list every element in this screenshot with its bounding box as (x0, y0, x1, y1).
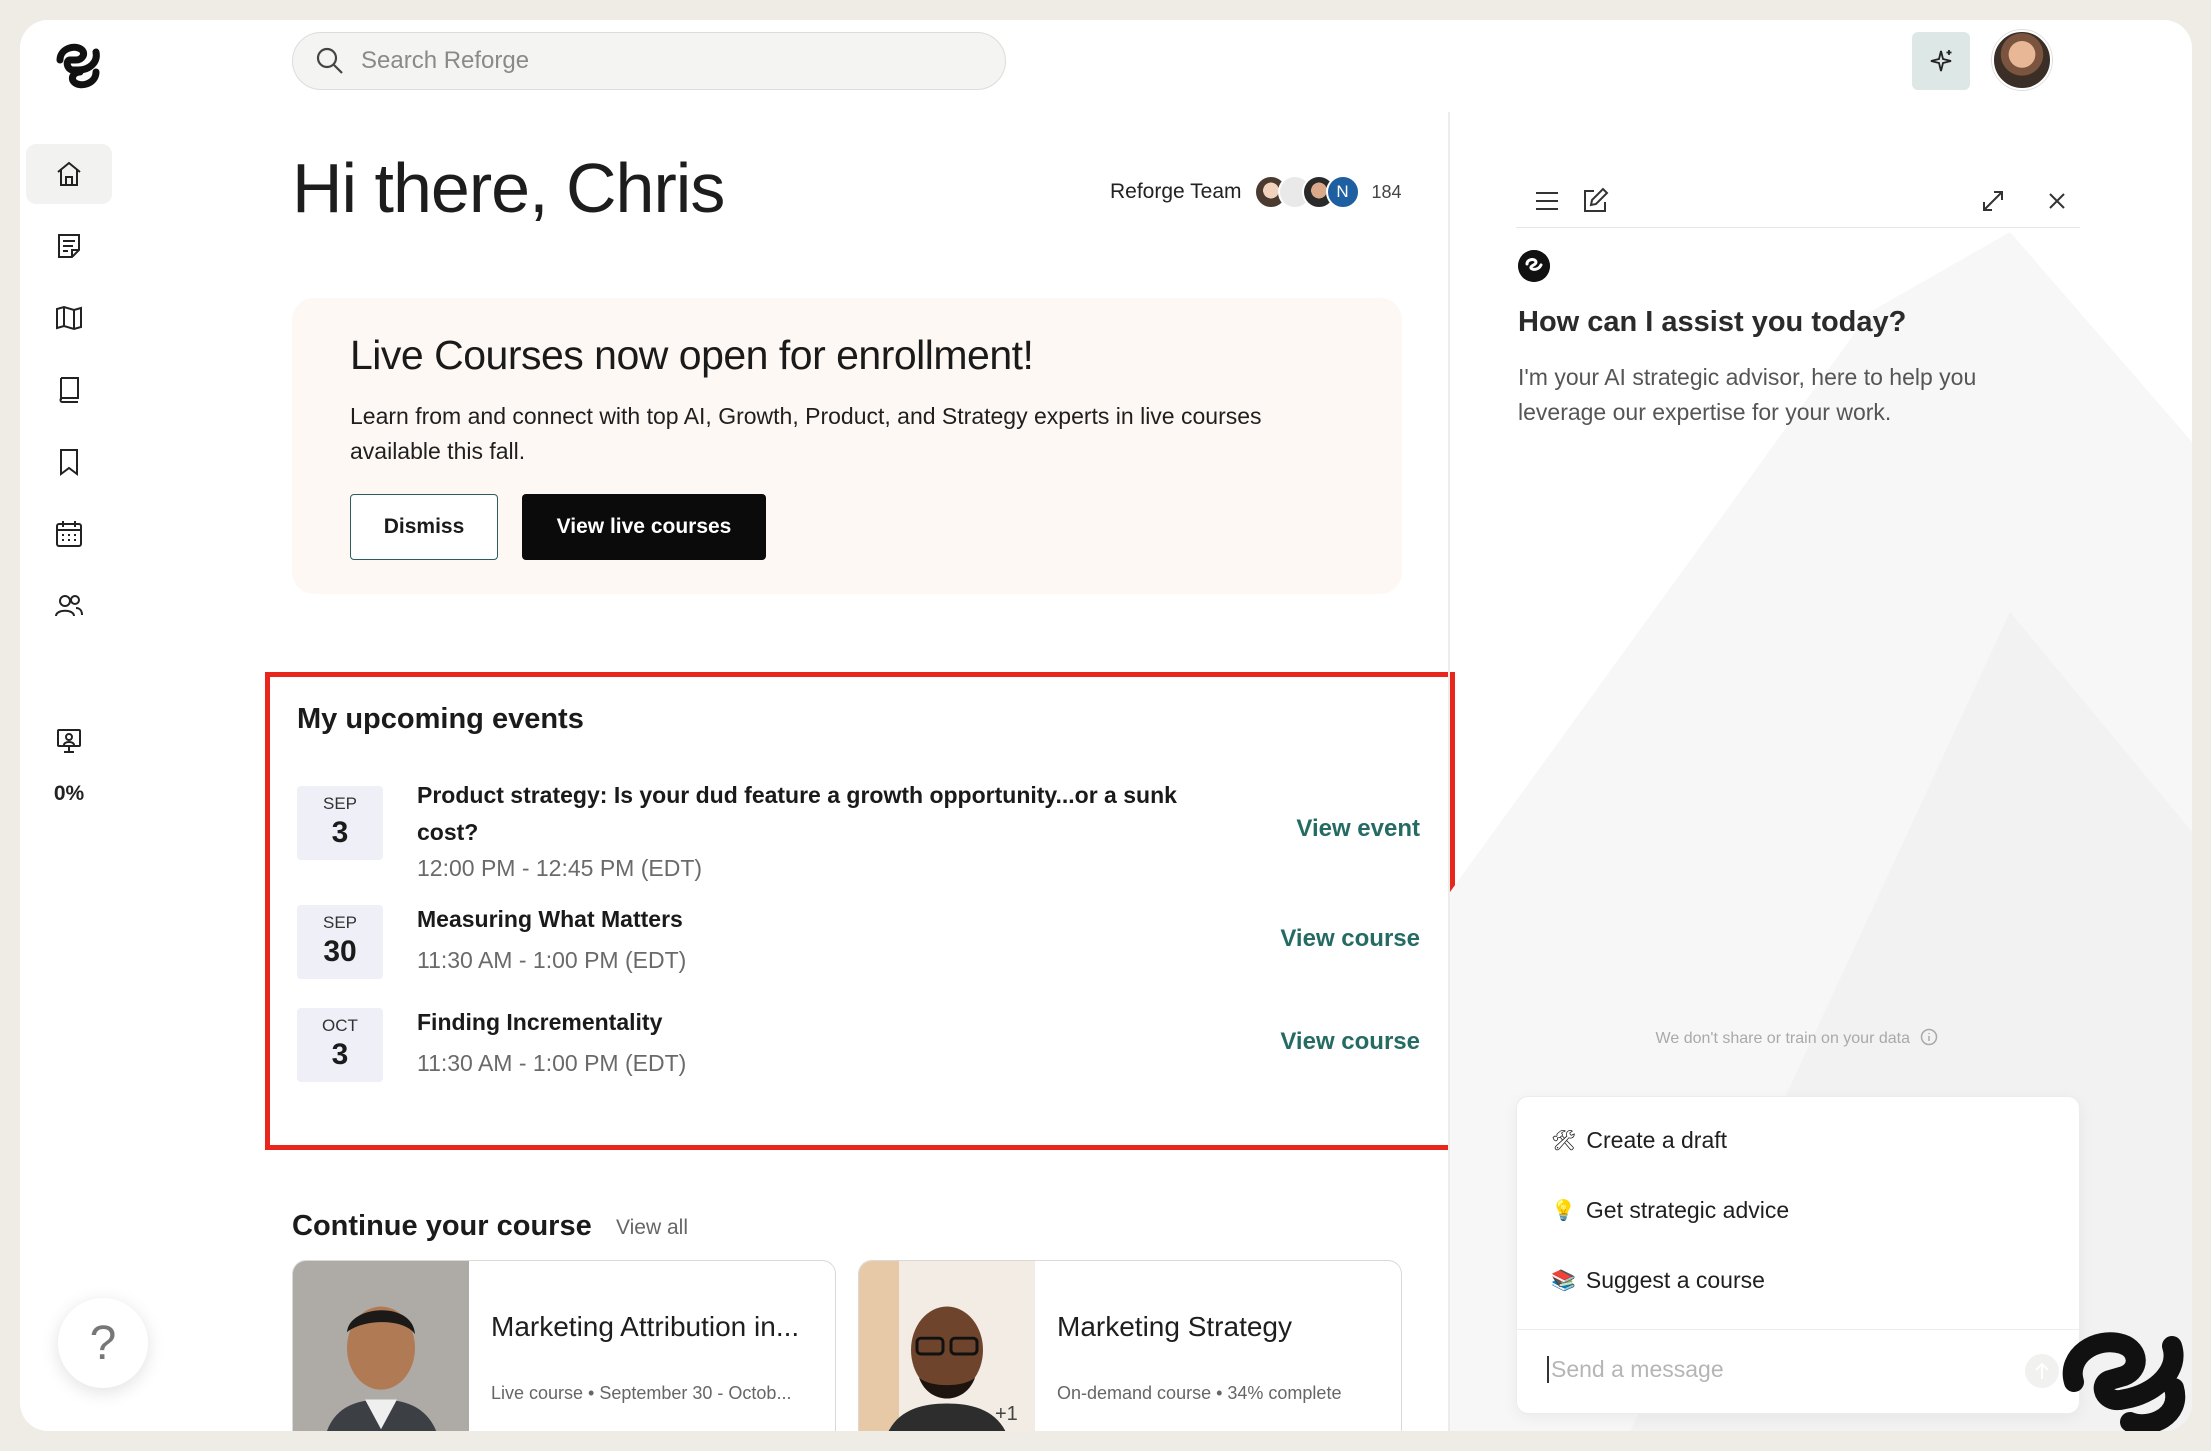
search-bar[interactable]: Search Reforge (292, 32, 1006, 90)
event-month: SEP (322, 913, 358, 932)
avatar: N (1325, 175, 1360, 209)
privacy-text: We don't share or train on your data (1655, 1030, 1910, 1047)
assistant-heading: How can I assist you today? (1518, 306, 1907, 338)
calendar-icon (56, 521, 82, 547)
sidebar-item-notes[interactable] (26, 216, 112, 276)
message-input[interactable]: Send a message (1547, 1356, 1724, 1383)
event-title: Finding Incrementality (417, 1009, 663, 1035)
course-meta: Live course • September 30 - Octob... (491, 1383, 792, 1403)
prompt-suggestions: 🛠 Create a draft 💡 Get strategic advice … (1516, 1096, 2080, 1414)
view-live-courses-button[interactable]: View live courses (522, 494, 766, 560)
assistant-intro: I'm your AI strategic advisor, here to h… (1518, 364, 1977, 425)
course-meta: On-demand course • 34% complete (1057, 1383, 1342, 1403)
upcoming-events-section: My upcoming events SEP 3 Product strateg… (265, 672, 1455, 1150)
app-window: 0% ? Search Reforge Hi there, Chris Refo… (20, 20, 2192, 1431)
continue-course-title: Continue your course (292, 1210, 592, 1242)
event-date: SEP 30 (297, 905, 383, 979)
sidebar-item-events[interactable] (26, 504, 112, 564)
banner-actions: Dismiss View live courses (350, 494, 766, 560)
banner-title: Live Courses now open for enrollment! (350, 332, 1034, 378)
ai-assistant-button[interactable] (1912, 32, 1970, 90)
menu-icon[interactable] (1530, 184, 1564, 218)
course-card[interactable]: Marketing Attribution in... Live course … (292, 1260, 836, 1431)
sidebar-item-progress[interactable] (26, 716, 112, 766)
course-name: Marketing Attribution in... (491, 1311, 800, 1342)
people-icon (55, 595, 83, 617)
ai-assistant-panel: How can I assist you today? I'm your AI … (1450, 112, 2192, 1431)
home-icon (57, 161, 81, 186)
event-title: Product strategy: Is your dud feature a … (417, 782, 1177, 845)
message-composer: Send a message (1517, 1329, 2079, 1415)
event-date: OCT 3 (297, 1008, 383, 1082)
prompt-label: Suggest a course (1585, 1267, 1765, 1293)
notes-icon (58, 234, 80, 258)
course-name: Marketing Strategy (1057, 1311, 1292, 1342)
books-icon: 📚 (1551, 1270, 1576, 1292)
event-title: Measuring What Matters (417, 906, 683, 932)
course-card[interactable]: +1 Marketing Strategy On-demand course •… (858, 1260, 1402, 1431)
info-icon[interactable] (1920, 1028, 1938, 1046)
user-avatar[interactable] (1992, 30, 2052, 90)
suggest-course-prompt[interactable]: 📚 Suggest a course (1551, 1267, 1765, 1294)
dismiss-button[interactable]: Dismiss (350, 494, 498, 560)
event-day: 30 (323, 935, 357, 968)
sidebar-item-library[interactable] (26, 360, 112, 420)
course-thumbnail (293, 1261, 469, 1431)
sidebar-item-community[interactable] (26, 576, 112, 636)
privacy-note: We don't share or train on your data (1450, 1028, 2144, 1048)
presentation-icon (57, 729, 81, 753)
tools-icon: 🛠 (1551, 1130, 1577, 1152)
sidebar-item-guides[interactable] (26, 288, 112, 348)
sidebar-item-saved[interactable] (26, 432, 112, 492)
team-indicator[interactable]: Reforge Team N 184 (1110, 175, 1402, 209)
team-label: Reforge Team (1110, 180, 1242, 203)
event-month: OCT (322, 1016, 358, 1035)
panel-toolbar (1516, 184, 2080, 228)
page-title: Hi there, Chris (292, 149, 725, 227)
sidebar: 0% ? (20, 20, 148, 1431)
new-chat-icon[interactable] (1578, 184, 1612, 218)
event-time: 11:30 AM - 1:00 PM (EDT) (417, 1050, 687, 1076)
strategic-advice-prompt[interactable]: 💡 Get strategic advice (1551, 1197, 1789, 1224)
view-event-link[interactable]: View event (1296, 815, 1420, 843)
view-all-link[interactable]: View all (616, 1216, 688, 1240)
expand-icon[interactable] (1976, 184, 2010, 218)
map-icon (56, 305, 82, 331)
enrollment-banner: Live Courses now open for enrollment! Le… (292, 298, 1402, 594)
search-input[interactable]: Search Reforge (361, 47, 529, 75)
prompt-label: Create a draft (1586, 1127, 1728, 1153)
progress-percent: 0% (53, 782, 85, 805)
reforge-brand-mark (2062, 1332, 2186, 1431)
team-member-count: 184 (1371, 181, 1402, 202)
prompt-label: Get strategic advice (1585, 1197, 1790, 1223)
view-course-link[interactable]: View course (1280, 925, 1420, 953)
book-icon (59, 377, 79, 403)
close-icon[interactable] (2040, 184, 2074, 218)
bookmark-icon (60, 449, 78, 476)
event-date: SEP 3 (297, 786, 383, 860)
sidebar-item-home[interactable] (26, 144, 112, 204)
reforge-logo[interactable] (52, 38, 108, 94)
view-course-link[interactable]: View course (1280, 1028, 1420, 1056)
banner-text: Learn from and connect with top AI, Grow… (350, 403, 1262, 464)
event-day: 3 (331, 816, 349, 849)
event-day: 3 (331, 1038, 349, 1071)
more-instructors-badge: +1 (995, 1403, 1018, 1425)
section-title: My upcoming events (297, 703, 584, 735)
help-button[interactable]: ? (58, 1298, 148, 1388)
team-avatars: N (1253, 175, 1360, 209)
event-month: SEP (322, 794, 358, 813)
sparkle-icon (1930, 50, 1952, 72)
lightbulb-icon: 💡 (1551, 1200, 1576, 1222)
create-draft-prompt[interactable]: 🛠 Create a draft (1551, 1127, 1727, 1154)
search-icon (316, 47, 343, 74)
event-time: 12:00 PM - 12:45 PM (EDT) (417, 855, 703, 881)
event-time: 11:30 AM - 1:00 PM (EDT) (417, 947, 687, 973)
assistant-logo-icon (1518, 250, 1550, 282)
